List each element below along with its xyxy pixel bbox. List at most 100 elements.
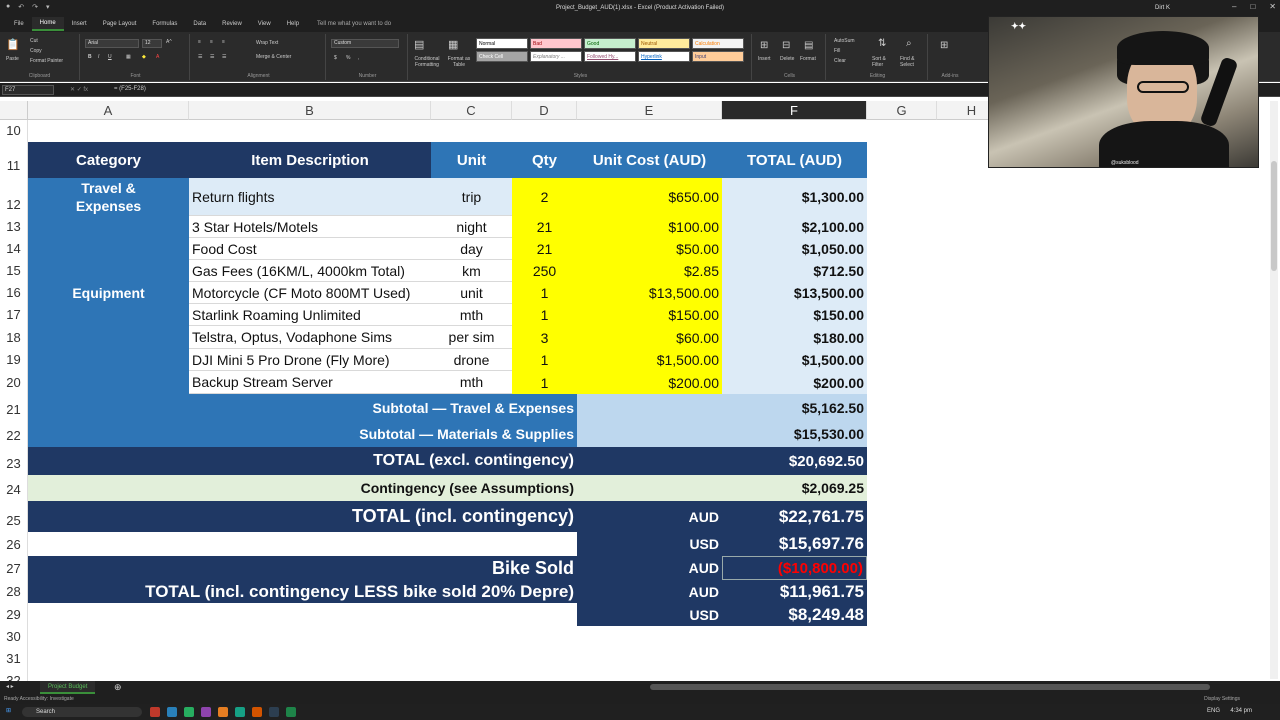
total-excl-label[interactable]: TOTAL (excl. contingency) (28, 447, 577, 475)
col-header-a[interactable]: A (28, 101, 189, 120)
total-excl-value[interactable]: $20,692.50 (722, 447, 867, 475)
item-description[interactable]: Starlink Roaming Unlimited (189, 304, 431, 326)
app-icon[interactable] (235, 707, 245, 717)
format-table-button[interactable]: Format as Table (444, 56, 474, 68)
style-bad[interactable]: Bad (530, 38, 582, 49)
currency-icon[interactable]: $ (334, 55, 337, 61)
total-incl-currency[interactable]: AUD (577, 501, 722, 532)
row-header[interactable]: 15 (0, 260, 28, 282)
item-description[interactable]: Telstra, Optus, Vodaphone Sims (189, 326, 431, 349)
row-header[interactable]: 26 (0, 532, 28, 556)
header-item-description[interactable]: Item Description (189, 142, 431, 178)
row-header[interactable]: 17 (0, 304, 28, 326)
tab-insert[interactable]: Insert (64, 18, 95, 30)
sort-filter-icon[interactable]: ⇅ (878, 38, 886, 49)
cut-button[interactable]: Cut (30, 38, 38, 44)
item-unit-cost[interactable]: $13,500.00 (577, 282, 722, 304)
item-total[interactable]: $150.00 (722, 304, 867, 326)
fill-color-icon[interactable]: ◆ (142, 54, 146, 60)
item-unit[interactable]: per sim (431, 326, 512, 349)
item-qty[interactable]: 250 (512, 260, 577, 282)
item-qty[interactable]: 2 (512, 178, 577, 216)
percent-icon[interactable]: % (346, 55, 350, 61)
header-unit[interactable]: Unit (431, 142, 512, 178)
tab-review[interactable]: Review (214, 18, 250, 30)
align-left-icon[interactable]: ☰ (198, 54, 202, 60)
col-header-d[interactable]: D (512, 101, 577, 120)
item-unit-cost[interactable]: $50.00 (577, 238, 722, 260)
tab-formulas[interactable]: Formulas (144, 18, 185, 30)
app-icon[interactable] (150, 707, 160, 717)
align-right-icon[interactable]: ☰ (222, 54, 226, 60)
total-less-value[interactable]: $11,961.75 (722, 580, 867, 603)
fx-icon[interactable]: ✕ ✓ fx (70, 86, 88, 93)
find-select-icon[interactable]: ⌕ (906, 38, 912, 49)
clear-button[interactable]: Clear (834, 58, 846, 64)
style-calculation[interactable]: Calculation (692, 38, 744, 49)
tab-home[interactable]: Home (31, 17, 64, 31)
row-header[interactable]: 16 (0, 282, 28, 304)
row-header[interactable]: 13 (0, 216, 28, 238)
format-cells-icon[interactable]: ▤ (804, 40, 813, 51)
style-followed-hyperlink[interactable]: Followed Hy... (584, 51, 636, 62)
item-total[interactable]: $712.50 (722, 260, 867, 282)
item-qty[interactable]: 21 (512, 238, 577, 260)
row-header[interactable]: 12 (0, 178, 28, 216)
item-description[interactable]: Gas Fees (16KM/L, 4000km Total) (189, 260, 431, 282)
subtotal-travel-label[interactable]: Subtotal — Travel & Expenses (28, 394, 577, 421)
conditional-formatting-icon[interactable]: ▤ (414, 38, 424, 51)
paste-button[interactable]: Paste (6, 56, 19, 62)
subtotal-materials-value[interactable]: $15,530.00 (722, 421, 867, 447)
select-all-corner[interactable] (0, 101, 28, 120)
row-header[interactable]: 21 (0, 394, 28, 421)
clock[interactable]: 4:34 pm (1230, 708, 1252, 714)
row-header[interactable]: 14 (0, 238, 28, 260)
fill-button[interactable]: Fill (834, 48, 840, 54)
row-header[interactable]: 19 (0, 349, 28, 371)
tab-help[interactable]: Help (279, 18, 307, 30)
col-header-b[interactable]: B (189, 101, 431, 120)
start-icon[interactable]: ⊞ (6, 707, 11, 714)
insert-cells-icon[interactable]: ⊞ (760, 40, 768, 51)
total-incl-value[interactable]: $22,761.75 (722, 501, 867, 532)
tab-page-layout[interactable]: Page Layout (95, 18, 145, 30)
header-total[interactable]: TOTAL (AUD) (722, 142, 867, 178)
item-unit[interactable]: drone (431, 349, 512, 371)
conditional-formatting-button[interactable]: Conditional Formatting (410, 56, 444, 68)
item-description[interactable]: DJI Mini 5 Pro Drone (Fly More) (189, 349, 431, 371)
language-indicator[interactable]: ENG (1207, 708, 1220, 714)
align-bottom-icon[interactable]: ≡ (222, 39, 225, 45)
italic-icon[interactable]: I (98, 54, 99, 60)
item-unit-cost[interactable]: $100.00 (577, 216, 722, 238)
total-less-currency[interactable]: AUD (577, 580, 722, 603)
item-unit[interactable]: night (431, 216, 512, 238)
item-unit[interactable]: km (431, 260, 512, 282)
item-total[interactable]: $13,500.00 (722, 282, 867, 304)
align-center-icon[interactable]: ☰ (210, 54, 214, 60)
row-header[interactable]: 30 (0, 626, 28, 648)
underline-icon[interactable]: U (108, 54, 112, 60)
total-incl-label[interactable]: TOTAL (incl. contingency) (28, 501, 577, 532)
format-cells-button[interactable]: Format (800, 56, 816, 62)
scroll-thumb[interactable] (1271, 161, 1277, 271)
close-icon[interactable]: ✕ (1269, 2, 1276, 11)
insert-cells-button[interactable]: Insert (758, 56, 771, 62)
display-settings[interactable]: Display Settings (1204, 696, 1240, 702)
item-unit-cost[interactable]: $200.00 (577, 371, 722, 394)
subtotal-travel-value[interactable]: $5,162.50 (722, 394, 867, 421)
header-category[interactable]: Category (28, 142, 189, 178)
item-unit[interactable]: mth (431, 304, 512, 326)
copy-button[interactable]: Copy (30, 48, 42, 54)
delete-cells-icon[interactable]: ⊟ (782, 40, 790, 51)
app-icon[interactable] (218, 707, 228, 717)
app-icon[interactable] (252, 707, 262, 717)
row-header[interactable]: 22 (0, 421, 28, 447)
sheet-nav-icon[interactable]: ◂ ▸ (6, 683, 14, 690)
formula-input[interactable]: = (F25-F28) (114, 86, 146, 92)
taskbar-search[interactable]: Search (22, 707, 142, 717)
item-qty[interactable]: 1 (512, 304, 577, 326)
align-middle-icon[interactable]: ≡ (210, 39, 213, 45)
category-cell[interactable] (28, 304, 189, 394)
tab-view[interactable]: View (250, 18, 279, 30)
row-header[interactable]: 25 (0, 501, 28, 532)
